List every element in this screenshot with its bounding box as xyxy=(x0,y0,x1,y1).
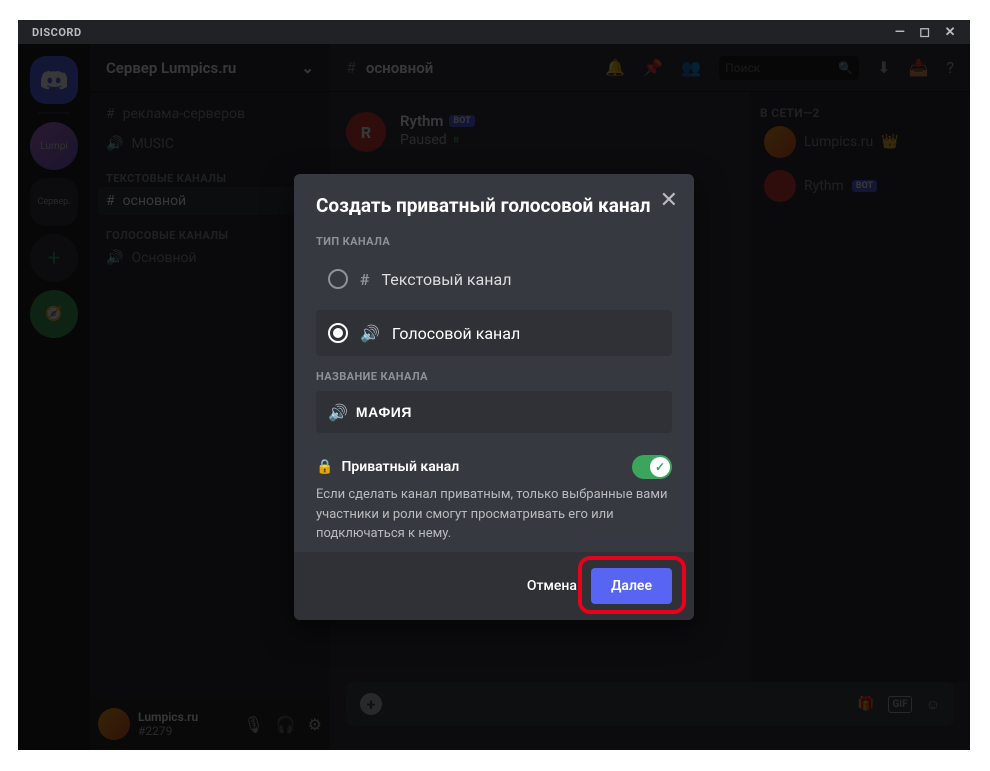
minimize-button[interactable]: — xyxy=(895,25,905,40)
create-channel-modal: ✕ Создать приватный голосовой канал ТИП … xyxy=(294,174,694,620)
speaker-icon: 🔊 xyxy=(328,403,348,422)
private-channel-row: 🔒 Приватный канал xyxy=(316,455,672,479)
next-button[interactable]: Далее xyxy=(591,568,672,604)
channel-type-voice-label: Голосовой канал xyxy=(392,324,520,343)
radio-unchecked-icon xyxy=(328,269,348,289)
channel-type-text-label: Текстовый канал xyxy=(381,270,511,289)
title-bar: DISCORD — ◻ ✕ xyxy=(18,20,970,44)
channel-type-label: ТИП КАНАЛА xyxy=(316,235,672,248)
hash-icon: # xyxy=(360,270,369,289)
lock-icon: 🔒 xyxy=(316,459,333,475)
modal-overlay: ✕ Создать приватный голосовой канал ТИП … xyxy=(18,44,970,750)
app-body: Lumpi Сервер. + 🧭 Сервер Lumpics.ru ⌄ # … xyxy=(18,44,970,750)
private-channel-desc: Если сделать канал приватным, только выб… xyxy=(316,485,672,544)
radio-checked-icon xyxy=(328,323,348,343)
maximize-button[interactable]: ◻ xyxy=(919,25,930,40)
private-channel-label: Приватный канал xyxy=(341,459,459,475)
modal-close-button[interactable]: ✕ xyxy=(660,188,678,213)
modal-title: Создать приватный голосовой канал xyxy=(316,194,672,217)
app-title: DISCORD xyxy=(32,26,82,39)
modal-footer: Отмена Далее xyxy=(294,552,694,620)
channel-type-voice[interactable]: 🔊 Голосовой канал xyxy=(316,310,672,356)
channel-name-label: НАЗВАНИЕ КАНАЛА xyxy=(316,370,672,383)
private-channel-toggle[interactable] xyxy=(632,455,672,479)
close-button[interactable]: ✕ xyxy=(945,25,956,40)
speaker-icon: 🔊 xyxy=(360,324,380,343)
discord-window: DISCORD — ◻ ✕ Lumpi Сервер. + 🧭 С xyxy=(18,20,970,750)
window-controls: — ◻ ✕ xyxy=(895,25,956,40)
channel-name-input-wrap: 🔊 xyxy=(316,391,672,433)
cancel-button[interactable]: Отмена xyxy=(527,578,577,594)
channel-type-text[interactable]: # Текстовый канал xyxy=(316,256,672,302)
channel-name-input[interactable] xyxy=(356,404,660,420)
